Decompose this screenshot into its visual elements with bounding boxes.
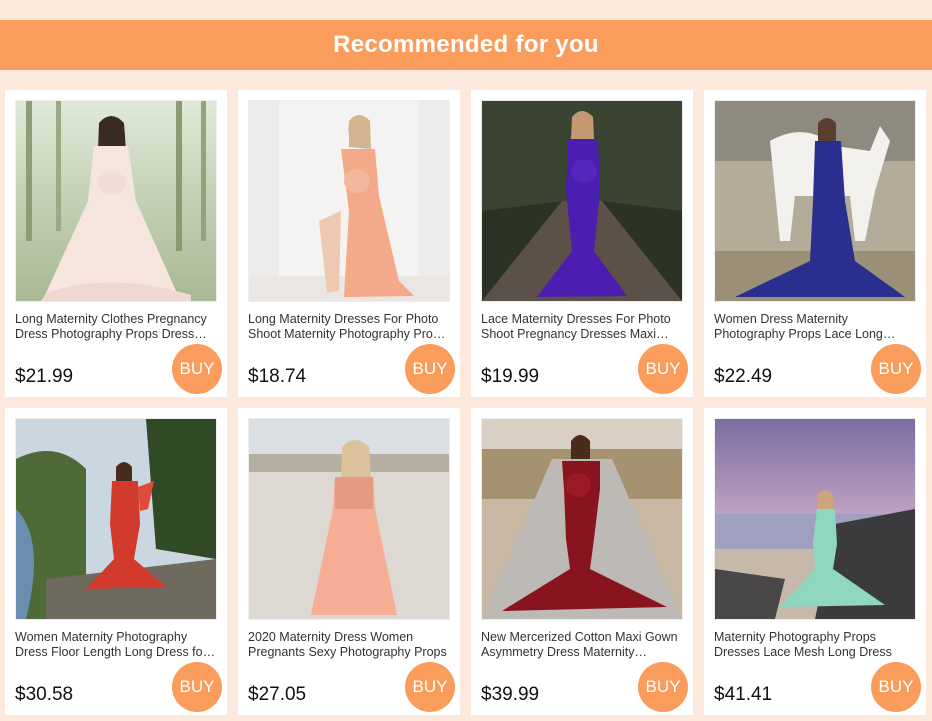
product-image[interactable] [248,100,450,302]
buy-button[interactable]: BUY [405,344,455,394]
product-title[interactable]: Long Maternity Dresses For Photo Shoot M… [248,312,452,342]
product-card[interactable]: New Mercerized Cotton Maxi Gown Asymmetr… [471,408,693,715]
product-card[interactable]: Women Maternity Photography Dress Floor … [5,408,227,715]
product-title[interactable]: 2020 Maternity Dress Women Pregnants Sex… [248,630,452,660]
product-photo-navy-gown-horse [715,101,915,301]
product-card[interactable]: 2020 Maternity Dress Women Pregnants Sex… [238,408,460,715]
product-image[interactable] [481,418,683,620]
product-photo-peach-chiffon-gown [249,101,449,301]
product-title[interactable]: New Mercerized Cotton Maxi Gown Asymmetr… [481,630,685,660]
product-price: $19.99 [481,366,540,387]
product-image[interactable] [714,418,916,620]
product-price: $22.49 [714,366,773,387]
product-photo-burgundy-mermaid [482,419,682,619]
product-image[interactable] [481,100,683,302]
banner-title: Recommended for you [333,31,599,58]
product-price: $39.99 [481,684,540,705]
product-card[interactable]: Lace Maternity Dresses For Photo Shoot P… [471,90,693,397]
product-title[interactable]: Women Dress Maternity Photography Props … [714,312,918,342]
product-card[interactable]: Maternity Photography Props Dresses Lace… [704,408,926,715]
product-price: $41.41 [714,684,773,705]
product-photo-cream-lace-gown [16,101,216,301]
product-photo-red-gown-cliff [16,419,216,619]
product-card[interactable]: Long Maternity Clothes Pregnancy Dress P… [5,90,227,397]
product-image[interactable] [15,100,217,302]
buy-button[interactable]: BUY [871,344,921,394]
product-title[interactable]: Lace Maternity Dresses For Photo Shoot P… [481,312,685,342]
buy-button[interactable]: BUY [638,344,688,394]
product-price: $18.74 [248,366,307,387]
product-price: $30.58 [15,684,74,705]
product-card[interactable]: Long Maternity Dresses For Photo Shoot M… [238,90,460,397]
buy-button[interactable]: BUY [172,344,222,394]
top-strip [0,0,932,20]
recommended-banner: Recommended for you [0,20,932,70]
product-title[interactable]: Long Maternity Clothes Pregnancy Dress P… [15,312,219,342]
product-price: $21.99 [15,366,74,387]
product-image[interactable] [248,418,450,620]
product-image[interactable] [714,100,916,302]
buy-button[interactable]: BUY [172,662,222,712]
buy-button[interactable]: BUY [638,662,688,712]
product-photo-purple-lace-mermaid [482,101,682,301]
product-image[interactable] [15,418,217,620]
product-price: $27.05 [248,684,307,705]
product-photo-pink-sequin-gown [249,419,449,619]
buy-button[interactable]: BUY [405,662,455,712]
product-title[interactable]: Maternity Photography Props Dresses Lace… [714,630,918,660]
product-title[interactable]: Women Maternity Photography Dress Floor … [15,630,219,660]
product-photo-mint-tulle-gown [715,419,915,619]
product-card[interactable]: Women Dress Maternity Photography Props … [704,90,926,397]
buy-button[interactable]: BUY [871,662,921,712]
